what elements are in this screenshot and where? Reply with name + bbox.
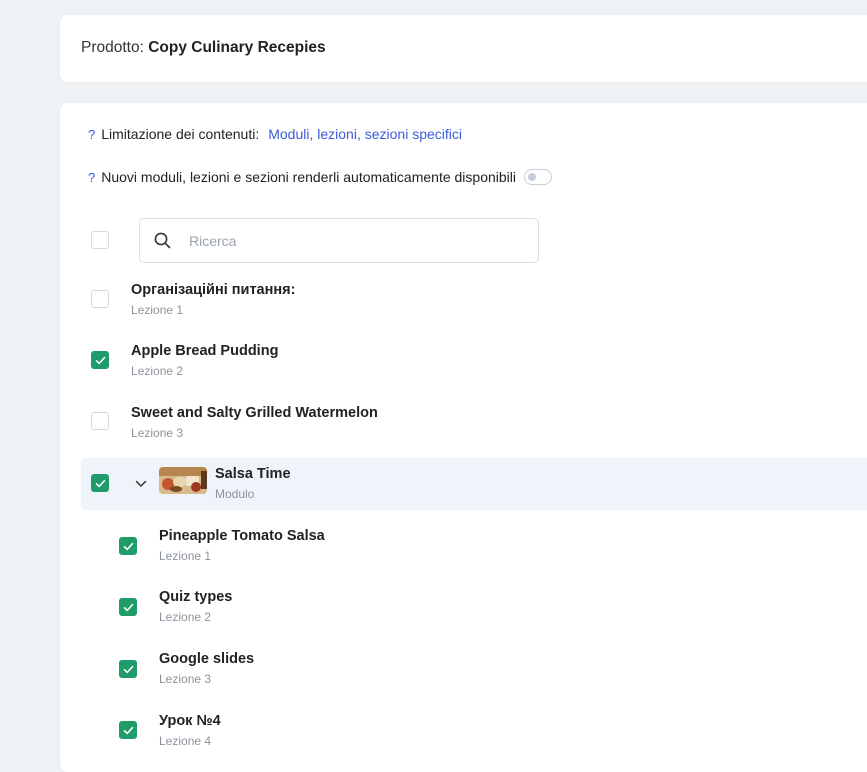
- lesson-title: Sweet and Salty Grilled Watermelon: [131, 405, 378, 421]
- list-item: Quiz types Lezione 2: [159, 589, 232, 624]
- lesson-subtitle: Lezione 1: [159, 549, 212, 563]
- lesson-checkbox[interactable]: [91, 290, 109, 308]
- restriction-row: ? Limitazione dei contenuti: Moduli, lez…: [88, 126, 462, 142]
- module-row[interactable]: Salsa Time Modulo: [81, 458, 867, 510]
- list-item: Урок №4 Lezione 4: [159, 713, 221, 748]
- list-item: Pineapple Tomato Salsa Lezione 1: [159, 528, 325, 563]
- product-header: Prodotto: Copy Culinary Recepies: [60, 15, 867, 82]
- restriction-help-icon[interactable]: ?: [88, 127, 95, 142]
- check-icon: [95, 479, 106, 488]
- check-icon: [123, 726, 134, 735]
- content-restriction-panel: ? Limitazione dei contenuti: Moduli, lez…: [60, 103, 867, 772]
- search-box[interactable]: [139, 218, 539, 263]
- lesson-subtitle: Lezione 3: [131, 426, 184, 440]
- module-lesson-checkbox[interactable]: [119, 598, 137, 616]
- product-name: Copy Culinary Recepies: [148, 39, 326, 56]
- module-title: Salsa Time: [215, 466, 291, 482]
- module-lesson-checkbox[interactable]: [119, 721, 137, 739]
- restriction-value-link[interactable]: Moduli, lezioni, sezioni specifici: [268, 126, 462, 142]
- lesson-title: Apple Bread Pudding: [131, 343, 279, 359]
- lesson-subtitle: Lezione 2: [131, 364, 184, 378]
- lesson-title: Організаційні питання:: [131, 282, 296, 298]
- lesson-subtitle: Lezione 3: [159, 672, 212, 686]
- module-subtitle: Modulo: [215, 487, 255, 501]
- select-all-checkbox[interactable]: [91, 231, 109, 249]
- product-title: Prodotto: Copy Culinary Recepies: [81, 39, 326, 57]
- lesson-checkbox[interactable]: [91, 412, 109, 430]
- lesson-title: Урок №4: [159, 713, 221, 729]
- auto-available-toggle[interactable]: [524, 169, 553, 185]
- check-icon: [123, 603, 134, 612]
- lesson-title: Quiz types: [159, 589, 233, 605]
- check-icon: [95, 356, 106, 365]
- lesson-title: Pineapple Tomato Salsa: [159, 528, 325, 544]
- restriction-label: Limitazione dei contenuti:: [101, 126, 260, 142]
- module-info: Salsa Time Modulo: [215, 466, 291, 501]
- search-input[interactable]: [187, 229, 521, 253]
- auto-available-help-icon[interactable]: ?: [88, 170, 95, 185]
- module-checkbox[interactable]: [91, 474, 109, 492]
- module-thumbnail: [159, 467, 207, 494]
- list-item: Apple Bread Pudding Lezione 2: [131, 343, 278, 378]
- lesson-subtitle: Lezione 1: [131, 303, 184, 317]
- lesson-subtitle: Lezione 4: [159, 734, 212, 748]
- lesson-subtitle: Lezione 2: [159, 610, 212, 624]
- list-item: Google slides Lezione 3: [159, 651, 254, 686]
- lesson-title: Google slides: [159, 651, 255, 667]
- product-label: Prodotto:: [81, 39, 144, 56]
- chevron-down-icon[interactable]: [135, 480, 147, 488]
- check-icon: [123, 665, 134, 674]
- search-icon: [154, 232, 171, 249]
- module-lesson-checkbox[interactable]: [119, 537, 137, 555]
- lesson-checkbox[interactable]: [91, 351, 109, 369]
- auto-available-row: ? Nuovi moduli, lezioni e sezioni render…: [88, 169, 553, 185]
- module-lesson-checkbox[interactable]: [119, 660, 137, 678]
- list-item: Sweet and Salty Grilled Watermelon Lezio…: [131, 405, 378, 440]
- auto-available-label: Nuovi moduli, lezioni e sezioni renderli…: [101, 169, 517, 185]
- list-item: Організаційні питання: Lezione 1: [131, 282, 295, 317]
- check-icon: [123, 542, 134, 551]
